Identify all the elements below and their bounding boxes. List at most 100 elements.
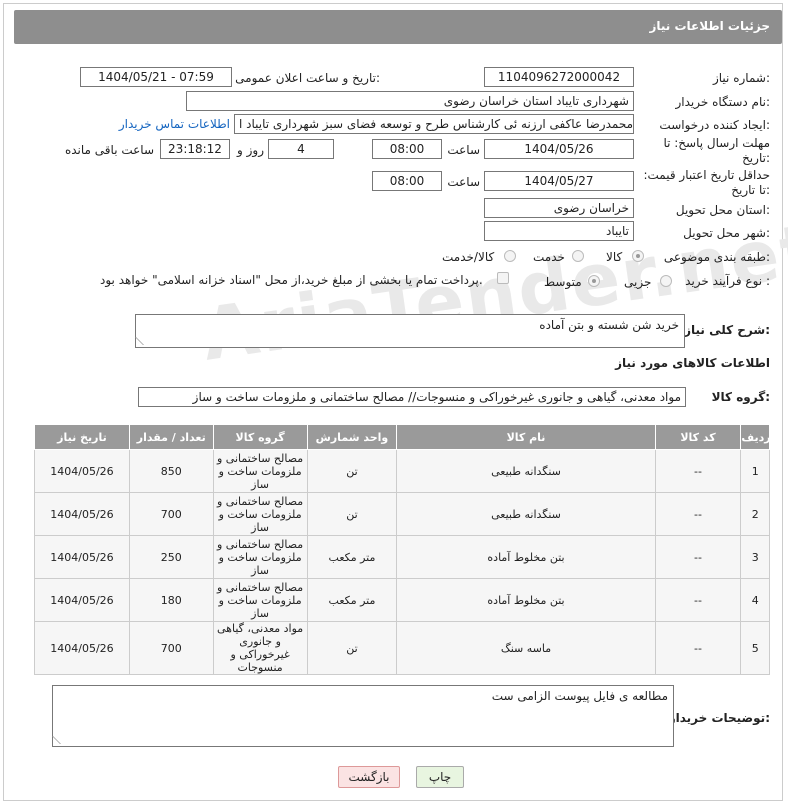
cell-code: -- bbox=[654, 578, 742, 622]
cell-group: مصالح ساختمانی و ملزومات ساخت و ساز bbox=[212, 449, 308, 493]
buyer-notes-label: توضیحات خریدار: bbox=[668, 711, 770, 725]
buyer-notes-textarea[interactable]: مطالعه ی فایل پیوست الزامی ست bbox=[52, 685, 674, 747]
process-medium-label: متوسط bbox=[544, 275, 582, 289]
cell-qty: 700 bbox=[128, 492, 214, 536]
cell-group: مصالح ساختمانی و ملزومات ساخت و ساز bbox=[212, 535, 308, 579]
days-word: روز و bbox=[237, 143, 264, 157]
back-button[interactable]: بازگشت bbox=[338, 766, 400, 788]
category-service-radio[interactable] bbox=[572, 250, 584, 262]
cell-unit: تن bbox=[306, 492, 398, 536]
deadline-time-field[interactable]: 08:00 bbox=[372, 139, 442, 159]
price-time-field[interactable]: 08:00 bbox=[372, 171, 442, 191]
cell-qty: 850 bbox=[128, 449, 214, 493]
cell-date: 1404/05/26 bbox=[34, 492, 130, 536]
cell-date: 1404/05/26 bbox=[34, 578, 130, 622]
goods-group-field[interactable]: مواد معدنی، گیاهی و جانوری غیرخوراکی و م… bbox=[138, 387, 686, 407]
buyer-org-label: نام دستگاه خریدار: bbox=[675, 95, 771, 109]
need-number-label: شماره نیاز: bbox=[712, 71, 770, 85]
cell-unit: متر مکعب bbox=[306, 535, 398, 579]
cell-qty: 700 bbox=[128, 621, 214, 675]
category-both-radio[interactable] bbox=[504, 250, 516, 262]
cell-qty: 180 bbox=[128, 578, 214, 622]
price-time-word: ساعت bbox=[447, 175, 480, 189]
col-code-header: کد کالا bbox=[654, 424, 742, 450]
process-label: نوع فرآیند خرید : bbox=[685, 274, 770, 288]
cell-code: -- bbox=[654, 492, 742, 536]
deadline-date-field[interactable]: 1404/05/26 bbox=[484, 139, 634, 159]
days-field[interactable]: 4 bbox=[268, 139, 334, 159]
category-label: طبقه بندی موضوعی: bbox=[663, 250, 770, 264]
resize-grip-icon[interactable] bbox=[52, 736, 68, 744]
cell-code: -- bbox=[654, 449, 742, 493]
cell-group: مواد معدنی، گیاهی و جانوری غیرخوراکی و م… bbox=[212, 621, 308, 675]
cell-row: 3 bbox=[740, 535, 770, 579]
cell-name: سنگدانه طبیعی bbox=[396, 492, 656, 536]
remaining-time-field[interactable]: 23:18:12 bbox=[160, 139, 230, 159]
table-row[interactable]: 1404/05/26 180 مصالح ساختمانی و ملزومات … bbox=[34, 578, 770, 622]
cell-code: -- bbox=[654, 535, 742, 579]
cell-unit: تن bbox=[306, 621, 398, 675]
province-field[interactable]: خراسان رضوی bbox=[484, 198, 634, 218]
table-row[interactable]: 1404/05/26 250 مصالح ساختمانی و ملزومات … bbox=[34, 535, 770, 579]
cell-group: مصالح ساختمانی و ملزومات ساخت و ساز bbox=[212, 492, 308, 536]
cell-name: ماسه سنگ bbox=[396, 621, 656, 675]
city-label: شهر محل تحویل: bbox=[683, 226, 770, 240]
cell-date: 1404/05/26 bbox=[34, 621, 130, 675]
cell-date: 1404/05/26 bbox=[34, 535, 130, 579]
cell-group: مصالح ساختمانی و ملزومات ساخت و ساز bbox=[212, 578, 308, 622]
buyer-org-field[interactable]: شهرداری تایباد استان خراسان رضوی bbox=[186, 91, 634, 111]
cell-row: 4 bbox=[740, 578, 770, 622]
items-section-title: اطلاعات کالاهای مورد نیاز bbox=[615, 356, 770, 370]
cell-unit: تن bbox=[306, 449, 398, 493]
table-header-row: تاریخ نیاز تعداد / مقدار گروه کالا واحد … bbox=[34, 424, 771, 450]
col-group-header: گروه کالا bbox=[212, 424, 308, 450]
deadline-label: مهلت ارسال پاسخ: تا تاریخ: bbox=[663, 136, 770, 165]
treasury-checkbox[interactable] bbox=[497, 272, 509, 284]
deadline-time-word: ساعت bbox=[447, 143, 480, 157]
process-minor-label: جزیی bbox=[624, 275, 652, 289]
table-row[interactable]: 1404/05/26 850 مصالح ساختمانی و ملزومات … bbox=[34, 449, 770, 493]
process-medium-radio[interactable] bbox=[588, 275, 600, 287]
cell-code: -- bbox=[654, 621, 742, 675]
page-title: جزئیات اطلاعات نیاز bbox=[649, 19, 770, 33]
cell-row: 1 bbox=[740, 449, 770, 493]
category-both-label: کالا/خدمت bbox=[442, 250, 495, 264]
creator-field[interactable]: محمدرضا عاکفی ارزنه ئی کارشناس طرح و توس… bbox=[234, 114, 634, 134]
cell-name: سنگدانه طبیعی bbox=[396, 449, 656, 493]
price-validity-label: حداقل تاریخ اعتبار قیمت: تا تاریخ: bbox=[643, 168, 770, 197]
price-date-field[interactable]: 1404/05/27 bbox=[484, 171, 634, 191]
table-row[interactable]: 1404/05/26 700 مواد معدنی، گیاهی و جانور… bbox=[34, 621, 770, 675]
cell-row: 5 bbox=[740, 621, 770, 675]
col-row-header: ردیف bbox=[740, 424, 771, 450]
process-minor-radio[interactable] bbox=[660, 275, 672, 287]
province-label: استان محل تحویل: bbox=[675, 203, 770, 217]
description-label: شرح کلی نیاز: bbox=[684, 323, 770, 337]
category-goods-radio[interactable] bbox=[632, 250, 644, 262]
category-goods-label: کالا bbox=[606, 250, 623, 264]
col-name-header: نام کالا bbox=[396, 424, 656, 450]
cell-row: 2 bbox=[740, 492, 770, 536]
col-date-header: تاریخ نیاز bbox=[34, 424, 130, 450]
resize-grip-icon[interactable] bbox=[135, 337, 151, 345]
description-text: خرید شن شسته و بتن آماده bbox=[539, 318, 679, 332]
buyer-notes-text: مطالعه ی فایل پیوست الزامی ست bbox=[491, 689, 668, 703]
title-bar: جزئیات اطلاعات نیاز bbox=[14, 10, 782, 44]
cell-date: 1404/05/26 bbox=[34, 449, 130, 493]
table-row[interactable]: 1404/05/26 700 مصالح ساختمانی و ملزومات … bbox=[34, 492, 770, 536]
remaining-word: ساعت باقی مانده bbox=[64, 143, 154, 157]
col-qty-header: تعداد / مقدار bbox=[128, 424, 214, 450]
items-table: تاریخ نیاز تعداد / مقدار گروه کالا واحد … bbox=[34, 424, 771, 675]
cell-qty: 250 bbox=[128, 535, 214, 579]
city-field[interactable]: تایباد bbox=[484, 221, 634, 241]
buyer-contact-link[interactable]: اطلاعات تماس خریدار bbox=[119, 117, 230, 131]
cell-unit: متر مکعب bbox=[306, 578, 398, 622]
need-number-field[interactable]: 1104096272000042 bbox=[484, 67, 634, 87]
description-textarea[interactable]: خرید شن شسته و بتن آماده bbox=[135, 314, 685, 348]
print-button[interactable]: چاپ bbox=[416, 766, 464, 788]
announce-label: تاریخ و ساعت اعلان عمومی: bbox=[235, 71, 380, 85]
category-service-label: خدمت bbox=[533, 250, 565, 264]
creator-label: ایجاد کننده درخواست: bbox=[659, 118, 770, 132]
announce-field[interactable]: 1404/05/21 - 07:59 bbox=[80, 67, 232, 87]
cell-name: بتن مخلوط آماده bbox=[396, 535, 656, 579]
cell-name: بتن مخلوط آماده bbox=[396, 578, 656, 622]
